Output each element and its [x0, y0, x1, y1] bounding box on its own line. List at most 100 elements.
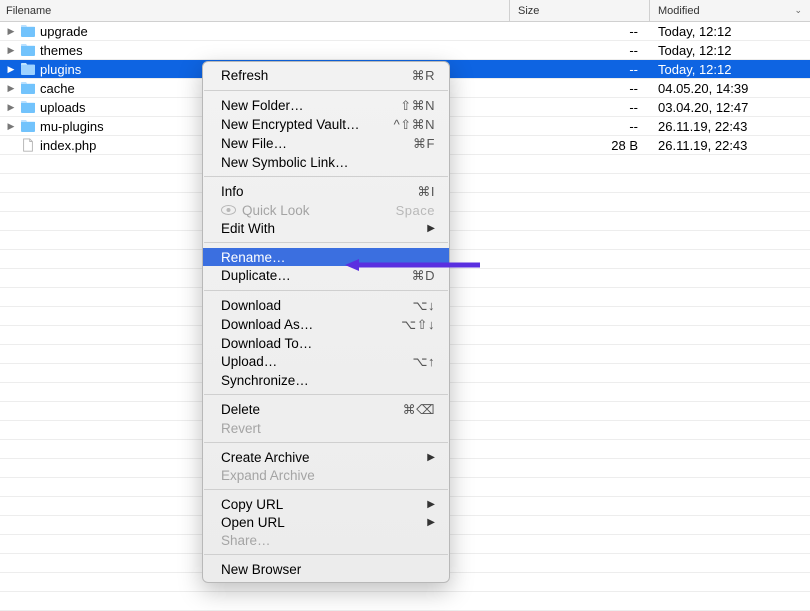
file-name: cache: [40, 81, 75, 96]
disclosure-triangle-icon[interactable]: ▶: [6, 83, 16, 94]
menu-new-folder-shortcut: ⇧⌘N: [400, 98, 435, 114]
menu-download-to-label: Download To…: [221, 336, 312, 351]
menu-edit-with-label: Edit With: [221, 221, 275, 236]
menu-separator: [204, 90, 448, 91]
menu-separator: [204, 290, 448, 291]
file-name: index.php: [40, 138, 96, 153]
menu-open-url[interactable]: Open URL ▶: [203, 513, 449, 531]
menu-delete-label: Delete: [221, 402, 260, 417]
file-name: themes: [40, 43, 83, 58]
file-size: --: [510, 24, 650, 39]
disclosure-triangle-icon[interactable]: ▶: [6, 64, 16, 75]
submenu-arrow-icon: ▶: [427, 517, 435, 528]
menu-separator: [204, 442, 448, 443]
column-size[interactable]: Size: [510, 0, 650, 21]
menu-delete[interactable]: Delete ⌘⌫: [203, 400, 449, 419]
menu-new-file-label: New File…: [221, 136, 287, 151]
folder-icon: [20, 43, 36, 57]
disclosure-triangle-icon[interactable]: ▶: [6, 121, 16, 132]
menu-separator: [204, 489, 448, 490]
menu-quick-look-shortcut: Space: [396, 203, 435, 218]
menu-separator: [204, 394, 448, 395]
menu-separator: [204, 554, 448, 555]
file-modified: 26.11.19, 22:43: [650, 119, 810, 134]
column-filename-label: Filename: [6, 5, 51, 17]
menu-upload-label: Upload…: [221, 354, 277, 369]
menu-new-folder[interactable]: New Folder… ⇧⌘N: [203, 96, 449, 115]
file-size: 28 B: [510, 138, 650, 153]
folder-icon: [20, 62, 36, 76]
column-header[interactable]: Filename Size Modified ⌄: [0, 0, 810, 22]
menu-new-symlink[interactable]: New Symbolic Link…: [203, 153, 449, 171]
menu-new-file-shortcut: ⌘F: [413, 136, 435, 152]
menu-upload[interactable]: Upload… ⌥↑: [203, 352, 449, 371]
menu-download-label: Download: [221, 298, 281, 313]
file-row[interactable]: ▶ themes --Today, 12:12: [0, 41, 810, 60]
eye-icon: [221, 205, 236, 215]
menu-synchronize-label: Synchronize…: [221, 373, 309, 388]
menu-duplicate-label: Duplicate…: [221, 268, 291, 283]
folder-icon: [20, 100, 36, 114]
menu-download[interactable]: Download ⌥↓: [203, 296, 449, 315]
folder-icon: [20, 24, 36, 38]
disclosure-triangle-icon[interactable]: ▶: [6, 45, 16, 56]
file-name: uploads: [40, 100, 86, 115]
menu-new-vault[interactable]: New Encrypted Vault… ^⇧⌘N: [203, 115, 449, 134]
menu-info[interactable]: Info ⌘I: [203, 182, 449, 201]
menu-delete-shortcut: ⌘⌫: [403, 402, 435, 418]
column-modified[interactable]: Modified ⌄: [650, 0, 810, 21]
menu-new-file[interactable]: New File… ⌘F: [203, 134, 449, 153]
menu-revert: Revert: [203, 419, 449, 437]
file-size: --: [510, 62, 650, 77]
menu-create-archive-label: Create Archive: [221, 450, 310, 465]
file-size: --: [510, 43, 650, 58]
file-name: upgrade: [40, 24, 88, 39]
submenu-arrow-icon: ▶: [427, 223, 435, 234]
column-filename[interactable]: Filename: [0, 0, 510, 21]
menu-download-as-shortcut: ⌥⇧↓: [401, 317, 435, 333]
menu-open-url-label: Open URL: [221, 515, 285, 530]
menu-duplicate[interactable]: Duplicate… ⌘D: [203, 266, 449, 285]
file-icon: [20, 138, 36, 152]
menu-new-browser-label: New Browser: [221, 562, 301, 577]
menu-share: Share…: [203, 531, 449, 549]
submenu-arrow-icon: ▶: [427, 452, 435, 463]
sort-indicator-icon: ⌄: [794, 5, 802, 16]
menu-duplicate-shortcut: ⌘D: [412, 268, 435, 284]
file-name: plugins: [40, 62, 81, 77]
file-row[interactable]: ▶ upgrade --Today, 12:12: [0, 22, 810, 41]
menu-refresh-shortcut: ⌘R: [412, 68, 435, 84]
file-size: --: [510, 119, 650, 134]
menu-refresh-label: Refresh: [221, 68, 268, 83]
folder-icon: [20, 81, 36, 95]
menu-rename[interactable]: Rename…: [203, 248, 449, 266]
menu-separator: [204, 176, 448, 177]
file-modified: Today, 12:12: [650, 43, 810, 58]
file-size: --: [510, 100, 650, 115]
menu-download-as[interactable]: Download As… ⌥⇧↓: [203, 315, 449, 334]
column-modified-label: Modified: [658, 5, 700, 17]
file-modified: Today, 12:12: [650, 24, 810, 39]
disclosure-triangle-icon[interactable]: ▶: [6, 102, 16, 113]
submenu-arrow-icon: ▶: [427, 499, 435, 510]
menu-edit-with[interactable]: Edit With ▶: [203, 219, 449, 237]
menu-upload-shortcut: ⌥↑: [413, 354, 435, 370]
menu-create-archive[interactable]: Create Archive ▶: [203, 448, 449, 466]
menu-copy-url-label: Copy URL: [221, 497, 283, 512]
menu-copy-url[interactable]: Copy URL ▶: [203, 495, 449, 513]
folder-icon: [20, 119, 36, 133]
file-name: mu-plugins: [40, 119, 104, 134]
menu-synchronize[interactable]: Synchronize…: [203, 371, 449, 389]
menu-quick-look-label: Quick Look: [242, 203, 310, 218]
menu-refresh[interactable]: Refresh ⌘R: [203, 66, 449, 85]
disclosure-triangle-icon[interactable]: ▶: [6, 26, 16, 37]
file-modified: 04.05.20, 14:39: [650, 81, 810, 96]
menu-download-to[interactable]: Download To…: [203, 334, 449, 352]
column-size-label: Size: [518, 5, 539, 17]
context-menu: Refresh ⌘R New Folder… ⇧⌘N New Encrypted…: [202, 61, 450, 583]
menu-new-browser[interactable]: New Browser: [203, 560, 449, 578]
menu-new-vault-shortcut: ^⇧⌘N: [394, 117, 435, 133]
file-modified: Today, 12:12: [650, 62, 810, 77]
file-size: --: [510, 81, 650, 96]
menu-rename-label: Rename…: [221, 250, 286, 265]
